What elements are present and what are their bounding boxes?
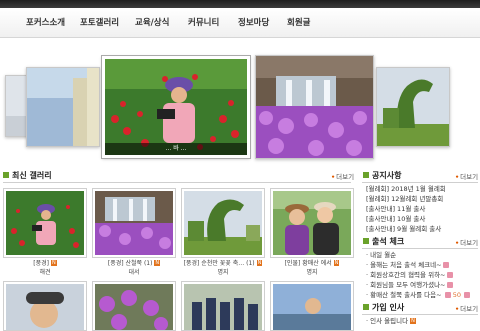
carousel-photo-featured[interactable]: ... 바 ... (101, 55, 251, 159)
notice-more-link[interactable]: •더보기 (455, 171, 478, 181)
attendance-header-bullet (363, 238, 369, 244)
gallery-caption-2-author: 대서 (128, 269, 140, 276)
notice-title: 공지사항 (372, 171, 402, 180)
join-item[interactable]: · 인사 올립니다 N (366, 316, 478, 326)
attendance-title: 출석 체크 (372, 237, 405, 246)
join-header-bullet (363, 304, 369, 310)
carousel-photo-waterfall[interactable] (255, 55, 374, 159)
gallery-caption-3-title: [풍경] 순천만 꽃꽃 축… (1) (183, 260, 255, 267)
attendance-item[interactable]: · 회원상호간의 협력을 위하~ (366, 270, 478, 280)
gallery-caption-2-title: [풍경] 산철쭉 (1) (107, 260, 153, 267)
nav-item-photo-gallery[interactable]: 포토갤러리 (80, 16, 119, 28)
nav-item-community[interactable]: 커뮤니티 (188, 16, 219, 28)
nav-item-about[interactable]: 포커스소개 (26, 16, 65, 28)
attendance-header: 출석 체크 (363, 236, 404, 248)
join-list: · 인사 올립니다 N (366, 316, 478, 326)
notice-item[interactable]: [출사안내] 10월 출사 (366, 214, 478, 224)
notice-item[interactable]: [월례회] 12월례회 년말총회 (366, 194, 478, 204)
attendance-item-text: · 올해는 처음 출석 체크네~ (366, 261, 442, 269)
carousel-caption: ... 바 ... (105, 143, 247, 155)
gallery-title: 최신 갤러리 (12, 171, 52, 180)
join-more-link[interactable]: •더보기 (455, 303, 478, 313)
photo-carousel: ... 바 ... (0, 40, 480, 168)
notice-list: [월례회] 2018년 1월 월례회 [월례회] 12월례회 년말총회 [출사안… (366, 184, 478, 234)
nav-item-member-posts[interactable]: 회원글 (287, 16, 310, 28)
image-attachment-icon (464, 292, 471, 298)
join-header: 가입 인사 (363, 302, 404, 314)
gallery-thumb-4[interactable] (270, 188, 354, 258)
gallery-thumb-6[interactable] (92, 281, 176, 331)
new-badge: N (333, 260, 340, 266)
attendance-more-link[interactable]: •더보기 (455, 237, 478, 247)
image-attachment-icon (442, 262, 449, 268)
join-more-label: 더보기 (460, 305, 479, 313)
more-bullet-icon: • (331, 173, 336, 181)
gallery-thumb-1[interactable] (3, 188, 87, 258)
gallery-caption-1-title: [풍경] (33, 260, 50, 267)
gallery-thumb-8[interactable] (270, 281, 354, 331)
attendance-item-text: · 황매산 철쭉 출사를 다음~ (366, 291, 442, 299)
image-attachment-icon (444, 292, 451, 298)
carousel-photo-2[interactable] (26, 67, 100, 147)
attendance-list: · 내일 월순 · 올해는 처음 출석 체크네~ · 회원상호간의 협력을 위하… (366, 250, 478, 300)
gallery-thumb-7[interactable] (181, 281, 265, 331)
gallery-thumb-5[interactable] (3, 281, 87, 331)
attendance-divider (362, 248, 478, 249)
join-title: 가입 인사 (372, 303, 405, 312)
notice-more-label: 더보기 (460, 173, 479, 181)
gallery-divider (3, 182, 351, 183)
image-attachment-icon (446, 282, 453, 288)
notice-item[interactable]: [출사안내] 9월 월례회 출사 (366, 224, 478, 234)
notice-header: 공지사항 (363, 170, 401, 182)
join-item-text: · 인사 올립니다 (366, 317, 409, 325)
new-badge: N (154, 260, 161, 266)
gallery-caption-1-author: 해견 (39, 269, 51, 276)
attendance-item[interactable]: · 올해는 처음 출석 체크네~ (366, 260, 478, 270)
gallery-more-label: 더보기 (336, 173, 355, 181)
image-attachment-icon (446, 272, 453, 278)
notice-header-bullet (363, 172, 369, 178)
nav-item-education[interactable]: 교육/상식 (135, 16, 169, 28)
gallery-caption-2: [풍경] 산철쭉 (1) N 대서 (90, 259, 178, 277)
gallery-caption-3: [풍경] 순천만 꽃꽃 축… (1) N 명지 (179, 259, 267, 277)
notice-item[interactable]: [출사안내] 11월 출사 (366, 204, 478, 214)
gallery-more-link[interactable]: •더보기 (331, 171, 354, 181)
more-bullet-icon: • (455, 305, 460, 313)
notice-divider (362, 182, 478, 183)
attendance-item[interactable]: · 내일 월순 (366, 250, 478, 260)
gallery-header: 최신 갤러리 (3, 170, 52, 182)
attendance-item-text: · 회원상호간의 협력을 위하~ (366, 271, 446, 279)
gallery-thumb-3[interactable] (181, 188, 265, 258)
main-nav: 포커스소개 포토갤러리 교육/상식 커뮤니티 정보마당 회원글 (0, 8, 480, 38)
attendance-item-text: · 회원님들 모두 여행가셨나~ (366, 281, 446, 289)
more-bullet-icon: • (455, 239, 460, 247)
attendance-item-text: · 내일 월순 (366, 251, 397, 259)
gallery-caption-1: [풍경] N 해견 (1, 259, 89, 277)
gallery-thumb-2[interactable] (92, 188, 176, 258)
new-badge: N (410, 318, 416, 324)
join-divider (362, 314, 478, 315)
gallery-header-bullet (3, 172, 9, 178)
carousel-photo-topiary[interactable] (376, 67, 450, 147)
gallery-caption-4: [인물] 황매산 에서 N 명지 (268, 259, 356, 277)
gallery-caption-4-title: [인물] 황매산 에서 (284, 260, 332, 267)
gallery-caption-4-author: 명지 (306, 269, 318, 276)
attendance-more-label: 더보기 (460, 239, 479, 247)
gallery-caption-3-author: 명지 (217, 269, 229, 276)
more-bullet-icon: • (455, 173, 460, 181)
new-badge: N (50, 260, 57, 266)
new-badge: N (256, 260, 263, 266)
attendance-item[interactable]: · 회원님들 모두 여행가셨나~ (366, 280, 478, 290)
notice-item[interactable]: [월례회] 2018년 1월 월례회 (366, 184, 478, 194)
top-banner (0, 0, 480, 8)
comment-count: 50 (452, 291, 462, 299)
nav-item-info[interactable]: 정보마당 (238, 16, 269, 28)
attendance-item[interactable]: · 황매산 철쭉 출사를 다음~ 50 (366, 290, 478, 300)
